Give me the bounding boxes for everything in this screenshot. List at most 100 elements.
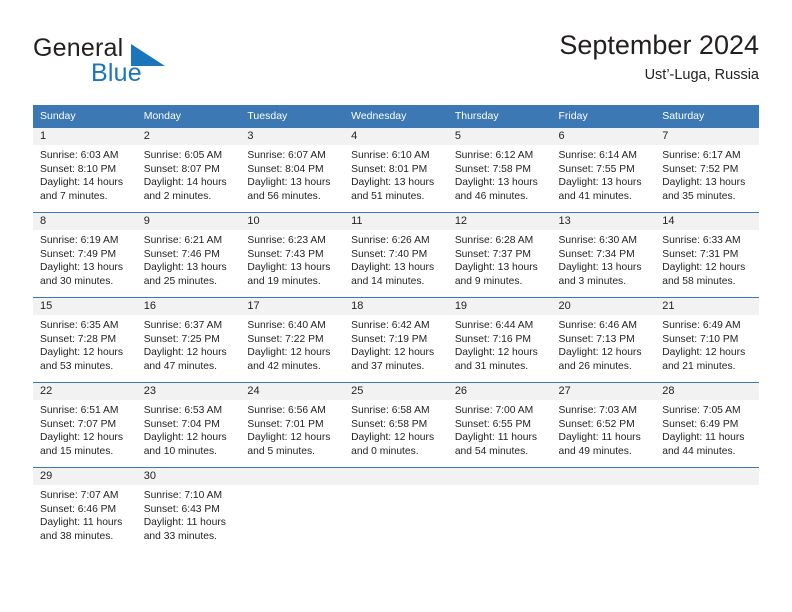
- day-cell[interactable]: 18 Sunrise: 6:42 AM Sunset: 7:19 PM Dayl…: [344, 297, 448, 383]
- day-cell[interactable]: 25 Sunrise: 6:58 AM Sunset: 6:58 PM Dayl…: [344, 382, 448, 468]
- day-number: 24: [240, 383, 345, 400]
- day-cell[interactable]: 10 Sunrise: 6:23 AM Sunset: 7:43 PM Dayl…: [240, 212, 345, 298]
- sunrise-text: Sunrise: 6:19 AM: [40, 235, 119, 246]
- daylight-text-line1: Daylight: 13 hours: [454, 177, 538, 189]
- day-cell[interactable]: 17 Sunrise: 6:40 AM Sunset: 7:22 PM Dayl…: [240, 297, 345, 383]
- day-cell[interactable]: 19 Sunrise: 6:44 AM Sunset: 7:16 PM Dayl…: [447, 297, 552, 383]
- day-number: 26: [447, 383, 552, 400]
- day-number: 1: [33, 128, 137, 145]
- sunset-text: Sunset: 7:55 PM: [558, 163, 635, 175]
- sunrise-text: Sunrise: 6:30 AM: [558, 235, 637, 246]
- daylight-text-line1: Daylight: 13 hours: [351, 177, 435, 189]
- day-cell[interactable]: 28 Sunrise: 7:05 AM Sunset: 6:49 PM Dayl…: [655, 382, 759, 468]
- day-cell[interactable]: 2 Sunrise: 6:05 AM Sunset: 8:07 PM Dayli…: [136, 127, 241, 213]
- daylight-text-line2: and 51 minutes.: [351, 190, 425, 202]
- daylight-text-line2: and 35 minutes.: [662, 190, 736, 202]
- day-cell[interactable]: 30 Sunrise: 7:10 AM Sunset: 6:43 PM Dayl…: [136, 467, 241, 552]
- daylight-text-line1: Daylight: 11 hours: [143, 517, 226, 529]
- weekday-header-sunday: Sunday: [33, 105, 137, 128]
- daylight-text-line1: Daylight: 12 hours: [40, 432, 123, 444]
- day-number: [344, 468, 448, 485]
- day-cell[interactable]: 3 Sunrise: 6:07 AM Sunset: 8:04 PM Dayli…: [240, 127, 345, 213]
- day-cell[interactable]: 12 Sunrise: 6:28 AM Sunset: 7:37 PM Dayl…: [447, 212, 552, 298]
- day-details: Sunrise: 6:40 AM Sunset: 7:22 PM Dayligh…: [240, 315, 344, 373]
- day-cell[interactable]: 7 Sunrise: 6:17 AM Sunset: 7:52 PM Dayli…: [655, 127, 759, 213]
- day-cell[interactable]: 23 Sunrise: 6:53 AM Sunset: 7:04 PM Dayl…: [136, 382, 241, 468]
- sunrise-text: Sunrise: 6:07 AM: [247, 150, 326, 161]
- daylight-text-line1: Daylight: 13 hours: [143, 262, 227, 274]
- day-cell[interactable]: 26 Sunrise: 7:00 AM Sunset: 6:55 PM Dayl…: [447, 382, 552, 468]
- day-details: Sunrise: 6:21 AM Sunset: 7:46 PM Dayligh…: [137, 230, 241, 288]
- day-details: Sunrise: 6:58 AM Sunset: 6:58 PM Dayligh…: [344, 400, 448, 458]
- day-number: 13: [551, 213, 656, 230]
- day-details: Sunrise: 6:56 AM Sunset: 7:01 PM Dayligh…: [240, 400, 344, 458]
- day-cell[interactable]: 24 Sunrise: 6:56 AM Sunset: 7:01 PM Dayl…: [240, 382, 345, 468]
- daylight-text-line2: and 58 minutes.: [662, 275, 736, 287]
- daylight-text-line1: Daylight: 13 hours: [454, 262, 538, 274]
- sunset-text: Sunset: 6:58 PM: [351, 418, 428, 430]
- day-cell[interactable]: 27 Sunrise: 7:03 AM Sunset: 6:52 PM Dayl…: [551, 382, 656, 468]
- day-details: Sunrise: 7:07 AM Sunset: 6:46 PM Dayligh…: [33, 485, 137, 543]
- day-cell[interactable]: 16 Sunrise: 6:37 AM Sunset: 7:25 PM Dayl…: [136, 297, 241, 383]
- day-number: 27: [551, 383, 656, 400]
- daylight-text-line2: and 26 minutes.: [558, 360, 632, 372]
- day-number: 9: [136, 213, 241, 230]
- day-details: Sunrise: 6:07 AM Sunset: 8:04 PM Dayligh…: [240, 145, 344, 203]
- sunrise-text: Sunrise: 6:46 AM: [558, 320, 637, 331]
- brand-logo[interactable]: General Blue: [33, 34, 233, 92]
- sunset-text: Sunset: 8:07 PM: [143, 163, 220, 175]
- day-cell[interactable]: 9 Sunrise: 6:21 AM Sunset: 7:46 PM Dayli…: [136, 212, 241, 298]
- sunset-text: Sunset: 7:10 PM: [662, 333, 739, 345]
- page-header: General Blue September 2024 Ust’-Luga, R…: [33, 28, 759, 98]
- day-number: 20: [551, 298, 656, 315]
- day-number: 18: [344, 298, 448, 315]
- day-cell[interactable]: 13 Sunrise: 6:30 AM Sunset: 7:34 PM Dayl…: [551, 212, 656, 298]
- day-number: [240, 468, 345, 485]
- day-cell[interactable]: 20 Sunrise: 6:46 AM Sunset: 7:13 PM Dayl…: [551, 297, 656, 383]
- daylight-text-line2: and 25 minutes.: [143, 275, 217, 287]
- day-cell[interactable]: 5 Sunrise: 6:12 AM Sunset: 7:58 PM Dayli…: [447, 127, 552, 213]
- calendar-week-row: 29 Sunrise: 7:07 AM Sunset: 6:46 PM Dayl…: [33, 467, 759, 552]
- day-details: Sunrise: 6:35 AM Sunset: 7:28 PM Dayligh…: [33, 315, 137, 373]
- sunset-text: Sunset: 7:49 PM: [40, 248, 117, 260]
- calendar-week-row: 8 Sunrise: 6:19 AM Sunset: 7:49 PM Dayli…: [33, 212, 759, 298]
- day-number: 10: [240, 213, 345, 230]
- day-number: 2: [136, 128, 241, 145]
- sunset-text: Sunset: 7:43 PM: [247, 248, 324, 260]
- day-cell[interactable]: 22 Sunrise: 6:51 AM Sunset: 7:07 PM Dayl…: [33, 382, 137, 468]
- day-cell[interactable]: 4 Sunrise: 6:10 AM Sunset: 8:01 PM Dayli…: [344, 127, 448, 213]
- weekday-header-monday: Monday: [136, 105, 241, 128]
- sunrise-text: Sunrise: 6:49 AM: [662, 320, 741, 331]
- day-cell-empty: [344, 467, 448, 552]
- day-cell[interactable]: 6 Sunrise: 6:14 AM Sunset: 7:55 PM Dayli…: [551, 127, 656, 213]
- daylight-text-line2: and 19 minutes.: [247, 275, 321, 287]
- day-cell[interactable]: 21 Sunrise: 6:49 AM Sunset: 7:10 PM Dayl…: [655, 297, 759, 383]
- day-cell-empty: [551, 467, 656, 552]
- day-cell[interactable]: 11 Sunrise: 6:26 AM Sunset: 7:40 PM Dayl…: [344, 212, 448, 298]
- daylight-text-line1: Daylight: 13 hours: [351, 262, 435, 274]
- day-cell[interactable]: 29 Sunrise: 7:07 AM Sunset: 6:46 PM Dayl…: [33, 467, 137, 552]
- brand-name-blue: Blue: [91, 59, 142, 87]
- daylight-text-line2: and 46 minutes.: [454, 190, 529, 202]
- day-number: 5: [447, 128, 552, 145]
- sunset-text: Sunset: 7:22 PM: [247, 333, 324, 345]
- sunrise-text: Sunrise: 6:10 AM: [351, 150, 430, 161]
- sunrise-text: Sunrise: 6:37 AM: [143, 320, 223, 331]
- day-details: Sunrise: 7:05 AM Sunset: 6:49 PM Dayligh…: [655, 400, 759, 458]
- day-cell[interactable]: 8 Sunrise: 6:19 AM Sunset: 7:49 PM Dayli…: [33, 212, 137, 298]
- sunrise-text: Sunrise: 6:51 AM: [40, 405, 119, 416]
- daylight-text-line2: and 56 minutes.: [247, 190, 321, 202]
- sunset-text: Sunset: 7:40 PM: [351, 248, 428, 260]
- day-cell[interactable]: 14 Sunrise: 6:33 AM Sunset: 7:31 PM Dayl…: [655, 212, 759, 298]
- calendar-body: 1 Sunrise: 6:03 AM Sunset: 8:10 PM Dayli…: [33, 127, 759, 552]
- daylight-text-line2: and 15 minutes.: [40, 445, 114, 457]
- day-cell[interactable]: 1 Sunrise: 6:03 AM Sunset: 8:10 PM Dayli…: [33, 127, 137, 213]
- day-cell-empty: [240, 467, 345, 552]
- day-details: Sunrise: 6:14 AM Sunset: 7:55 PM Dayligh…: [552, 145, 656, 203]
- day-cell[interactable]: 15 Sunrise: 6:35 AM Sunset: 7:28 PM Dayl…: [33, 297, 137, 383]
- daylight-text-line1: Daylight: 12 hours: [454, 347, 538, 359]
- page-subtitle: Ust’-Luga, Russia: [644, 67, 759, 83]
- sunset-text: Sunset: 7:01 PM: [247, 418, 324, 430]
- day-number: 7: [655, 128, 759, 145]
- sunrise-text: Sunrise: 6:40 AM: [247, 320, 326, 331]
